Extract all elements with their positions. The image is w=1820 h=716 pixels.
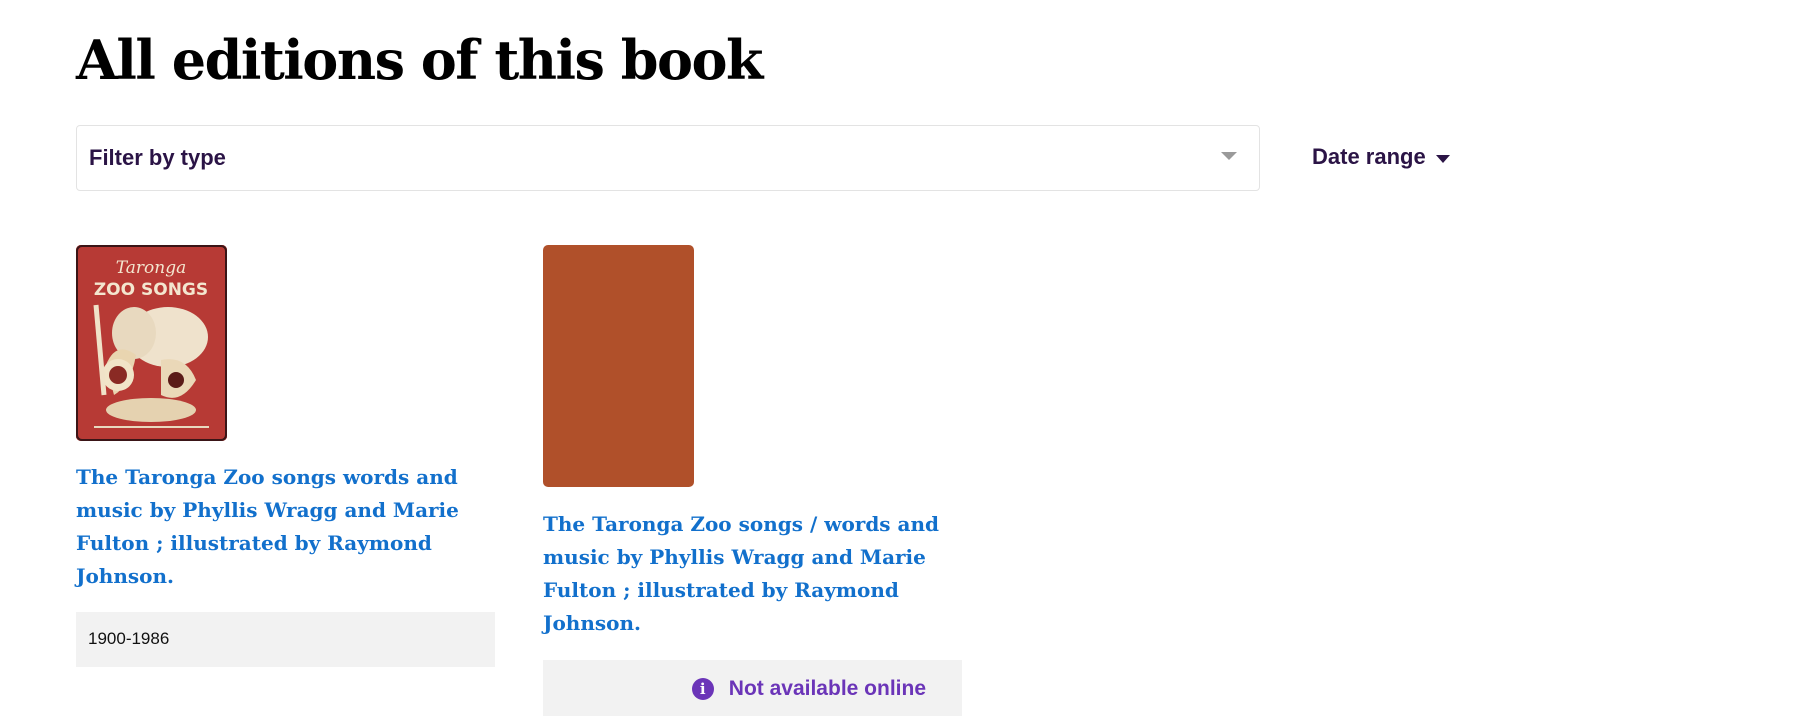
edition-title-link[interactable]: The Taronga Zoo songs words and music by… <box>76 461 486 593</box>
edition-title-link[interactable]: The Taronga Zoo songs / words and music … <box>543 508 962 640</box>
edition-cover-placeholder[interactable] <box>543 245 694 487</box>
availability-status: Not available online <box>728 676 926 700</box>
edition-date-bar: 1900-1986 <box>76 612 495 667</box>
cover-text-line1: Taronga <box>116 258 186 278</box>
edition-date: 1900-1986 <box>88 629 170 648</box>
date-range-label: Date range <box>1312 144 1426 169</box>
availability-bar: i Not available online <box>543 660 962 716</box>
info-icon: i <box>691 677 714 700</box>
edition-cover-image[interactable]: Taronga ZOO SONGS <box>76 245 227 441</box>
caret-down-icon <box>1435 154 1450 163</box>
edition-card: The Taronga Zoo songs / words and music … <box>543 245 962 716</box>
filter-by-type-label: Filter by type <box>89 145 226 170</box>
cover-text-line2: ZOO SONGS <box>94 280 208 300</box>
page-title: All editions of this book <box>76 28 763 92</box>
zoo-songs-cover-art-icon: Taronga ZOO SONGS <box>76 245 227 441</box>
chevron-down-icon <box>1221 152 1237 160</box>
filter-by-type-select[interactable]: Filter by type <box>76 125 1260 191</box>
edition-card: Taronga ZOO SONGS The Taronga Zoo songs … <box>76 245 495 667</box>
date-range-toggle[interactable]: Date range <box>1312 144 1450 170</box>
